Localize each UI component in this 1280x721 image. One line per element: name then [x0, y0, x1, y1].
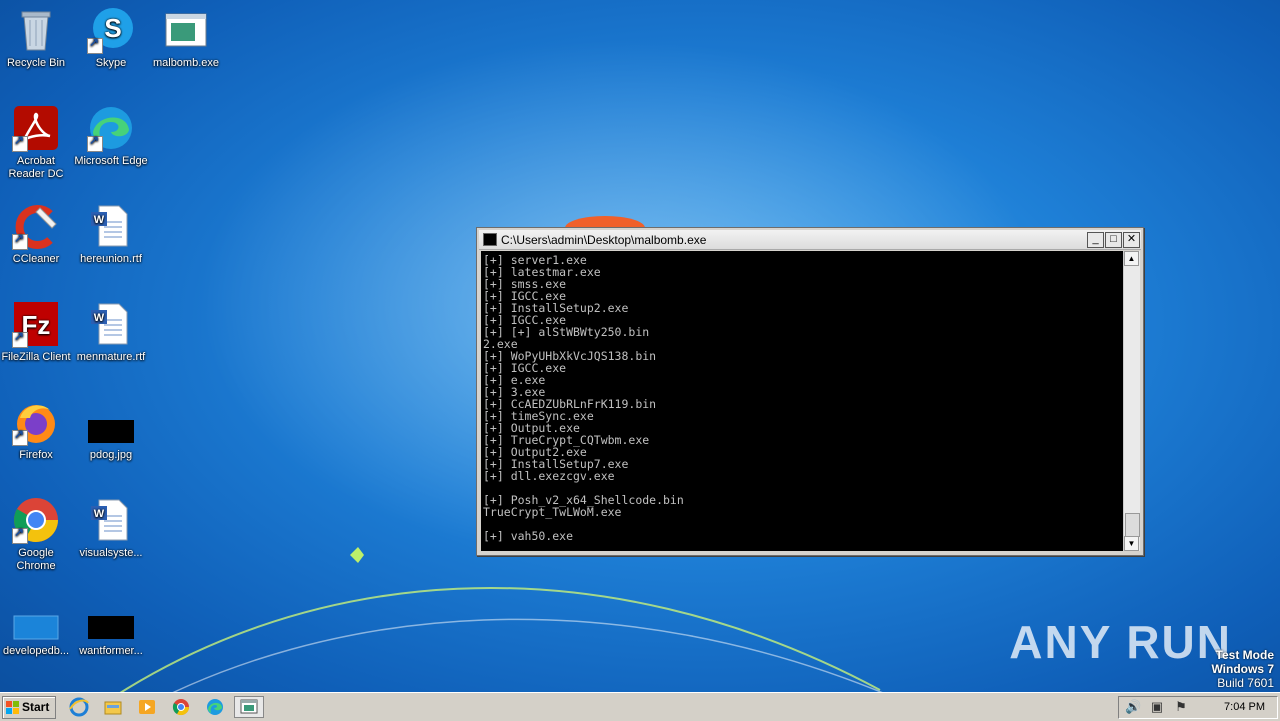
- desktop-icon-filezilla[interactable]: Fz FileZilla Client: [0, 300, 74, 364]
- recycle-bin-icon: [12, 6, 60, 54]
- minimize-button[interactable]: _: [1087, 232, 1104, 248]
- explorer-icon[interactable]: [102, 697, 124, 717]
- filezilla-icon: Fz: [12, 300, 60, 348]
- desktop-icon-label: hereunion.rtf: [80, 253, 142, 265]
- word-doc-icon: W: [87, 202, 135, 250]
- clock[interactable]: 7:04 PM: [1224, 701, 1265, 713]
- desktop-icon-label: Microsoft Edge: [74, 155, 148, 167]
- desktop-icon-pdog[interactable]: pdog.jpg: [73, 398, 149, 462]
- test-mode-notice: Test Mode Windows 7 Build 7601: [1211, 648, 1274, 690]
- console-output[interactable]: [+] server1.exe [+] latestmar.exe [+] smss…: [481, 251, 1123, 551]
- vertical-scrollbar[interactable]: ▲ ▼: [1123, 251, 1140, 551]
- scroll-up-button[interactable]: ▲: [1124, 251, 1139, 266]
- desktop-icon-firefox[interactable]: Firefox: [0, 398, 74, 462]
- desktop-icon-chrome[interactable]: Google Chrome: [0, 496, 74, 573]
- console-line: [+] [+] alStWBWty250.bin: [483, 325, 650, 339]
- desktop-icon-label: malbomb.exe: [152, 57, 220, 69]
- desktop-icon-acrobat[interactable]: Acrobat Reader DC: [0, 104, 74, 181]
- firefox-icon: [12, 398, 60, 446]
- desktop-icon-label: wantformer...: [79, 645, 143, 657]
- console-titlebar[interactable]: C:\Users\admin\Desktop\malbomb.exe _ □ ✕: [479, 230, 1141, 250]
- desktop-icon-visualsyste[interactable]: W visualsyste...: [73, 496, 149, 560]
- desktop-icon-label: CCleaner: [12, 253, 60, 265]
- desktop-icon-label: pdog.jpg: [89, 449, 133, 461]
- media-player-icon[interactable]: [136, 697, 158, 717]
- volume-icon[interactable]: 🔊: [1125, 700, 1141, 714]
- shortcut-arrow-icon: [87, 134, 103, 152]
- desktop-icon-label: Firefox: [19, 449, 53, 461]
- skype-icon: S: [87, 6, 135, 54]
- ccleaner-icon: [12, 202, 60, 250]
- console-title: C:\Users\admin\Desktop\malbomb.exe: [501, 233, 707, 247]
- desktop-icon-hereunion[interactable]: W hereunion.rtf: [73, 202, 149, 266]
- maximize-button[interactable]: □: [1105, 232, 1122, 248]
- scroll-thumb[interactable]: [1125, 513, 1140, 537]
- console-icon[interactable]: [234, 696, 264, 718]
- taskbar: Start 🔊 ▣ ⚑ 7:04 PM: [0, 692, 1280, 721]
- windows-flag-icon: [6, 701, 19, 714]
- desktop-icon-label: Acrobat Reader DC: [8, 155, 64, 180]
- black-image-icon: [87, 398, 135, 446]
- desktop-icon-menmature[interactable]: W menmature.rtf: [73, 300, 149, 364]
- console-window[interactable]: C:\Users\admin\Desktop\malbomb.exe _ □ ✕…: [476, 227, 1144, 556]
- console-line: [+] dll.exezcgv.exe: [483, 469, 615, 483]
- desktop-icon-label: FileZilla Client: [1, 351, 71, 363]
- desktop-icon-recycle-bin[interactable]: Recycle Bin: [0, 6, 74, 70]
- desktop-icon-edge[interactable]: Microsoft Edge: [73, 104, 149, 168]
- desktop-icon-label: Skype: [95, 57, 127, 69]
- windows-version-line: Windows 7: [1211, 662, 1274, 676]
- system-tray: 🔊 ▣ ⚑ 7:04 PM: [1118, 696, 1278, 719]
- console-line: [+] IGCC.exe: [483, 361, 567, 375]
- word-doc-icon: W: [87, 300, 135, 348]
- desktop-icon-developedb[interactable]: developedb...: [0, 594, 74, 658]
- blue-image-icon: [12, 594, 60, 642]
- desktop-icon-skype[interactable]: S Skype: [73, 6, 149, 70]
- console-line: [+] InstallSetup2.exe: [483, 301, 629, 315]
- svg-text:W: W: [94, 312, 105, 324]
- exe-window-icon: [162, 6, 210, 54]
- desktop-icon-label: developedb...: [2, 645, 70, 657]
- desktop-icon-label: menmature.rtf: [76, 351, 146, 363]
- ie-icon[interactable]: [68, 697, 90, 717]
- shortcut-arrow-icon: [12, 134, 28, 152]
- shortcut-arrow-icon: [12, 232, 28, 250]
- svg-text:S: S: [104, 13, 121, 43]
- desktop-icon-label: Google Chrome: [16, 547, 56, 572]
- acrobat-icon: [12, 104, 60, 152]
- scroll-down-button[interactable]: ▼: [1124, 536, 1139, 551]
- desktop-icon-ccleaner[interactable]: CCleaner: [0, 202, 74, 266]
- close-button[interactable]: ✕: [1123, 232, 1140, 248]
- desktop-icon-wantformer[interactable]: wantformer...: [73, 594, 149, 658]
- chrome-icon: [12, 496, 60, 544]
- network-icon[interactable]: ▣: [1149, 700, 1165, 714]
- console-icon: [483, 233, 497, 246]
- svg-text:W: W: [94, 508, 105, 520]
- console-line: [+] vah50.exe: [483, 529, 574, 543]
- console-line: TrueCrypt_TwLWoM.exe: [483, 505, 622, 519]
- black-image-icon: [87, 594, 135, 642]
- shortcut-arrow-icon: [87, 36, 103, 54]
- test-mode-line: Test Mode: [1215, 648, 1274, 662]
- edge-icon: [87, 104, 135, 152]
- svg-text:W: W: [94, 214, 105, 226]
- anyrun-watermark: ANY RUN: [1009, 616, 1232, 668]
- desktop-icon-label: visualsyste...: [79, 547, 143, 559]
- build-line: Build 7601: [1217, 676, 1274, 690]
- desktop-icon-malbomb[interactable]: malbomb.exe: [148, 6, 224, 70]
- start-label: Start: [22, 700, 50, 714]
- console-line: [+] smss.exe: [483, 277, 567, 291]
- shortcut-arrow-icon: [12, 526, 28, 544]
- desktop-icon-label: Recycle Bin: [6, 57, 66, 69]
- console-line: [+] latestmar.exe: [483, 265, 601, 279]
- action-center-flag-icon[interactable]: ⚑: [1173, 700, 1189, 714]
- shortcut-arrow-icon: [12, 428, 28, 446]
- edge-icon[interactable]: [204, 697, 226, 717]
- start-button[interactable]: Start: [2, 696, 56, 719]
- console-line: [+] e.exe: [483, 373, 546, 387]
- chrome-icon[interactable]: [170, 697, 192, 717]
- shortcut-arrow-icon: [12, 330, 28, 348]
- console-line: [+] WoPyUHbXkVcJQS138.bin: [483, 349, 657, 363]
- word-doc-icon: W: [87, 496, 135, 544]
